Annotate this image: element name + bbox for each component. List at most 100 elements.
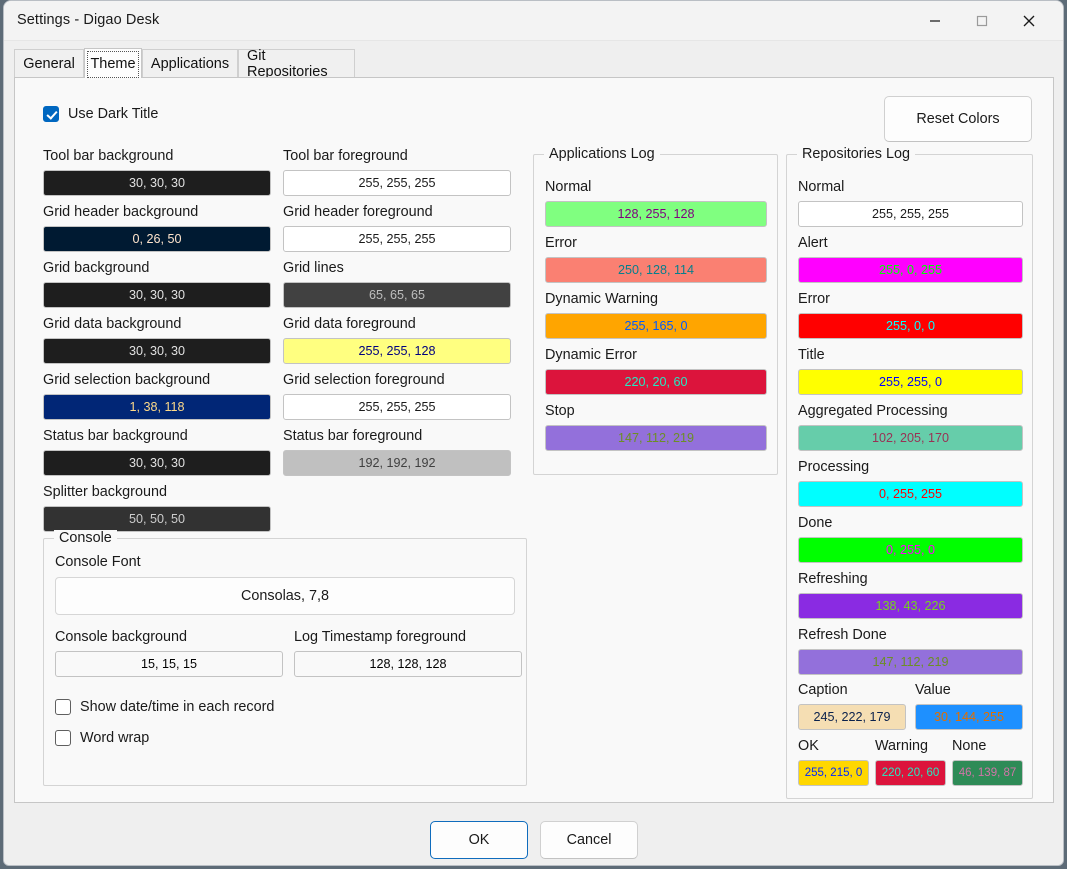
status-bar-background-label: Status bar background xyxy=(43,428,188,444)
status-bar-foreground-label: Status bar foreground xyxy=(283,428,423,444)
repo-log-normal-label: Normal xyxy=(798,179,845,195)
grid-background-field[interactable]: 30, 30, 30 xyxy=(43,282,271,308)
repo-none-label: None xyxy=(952,738,987,754)
tab-label: Git Repositories xyxy=(247,48,328,80)
grid-header-background-field[interactable]: 0, 26, 50 xyxy=(43,226,271,252)
app-log-error-label: Error xyxy=(545,235,577,251)
log-timestamp-foreground-field[interactable]: 128, 128, 128 xyxy=(294,651,522,677)
grid-lines-field[interactable]: 65, 65, 65 xyxy=(283,282,511,308)
minimize-icon xyxy=(929,20,940,22)
tool-bar-background-field[interactable]: 30, 30, 30 xyxy=(43,170,271,196)
repo-log-processing-field[interactable]: 0, 255, 255 xyxy=(798,481,1023,507)
ok-button[interactable]: OK xyxy=(430,821,528,859)
grid-selection-foreground-field[interactable]: 255, 255, 255 xyxy=(283,394,511,420)
grid-selection-background-label: Grid selection background xyxy=(43,372,211,388)
checkbox-box xyxy=(43,106,59,122)
tab-general[interactable]: General xyxy=(14,49,84,78)
word-wrap-checkbox[interactable]: Word wrap xyxy=(55,730,149,746)
maximize-icon xyxy=(976,15,987,27)
status-bar-background-field[interactable]: 30, 30, 30 xyxy=(43,450,271,476)
repo-log-aggregated-processing-label: Aggregated Processing xyxy=(798,403,948,419)
close-icon xyxy=(1023,15,1034,27)
repo-log-title-field[interactable]: 255, 255, 0 xyxy=(798,369,1023,395)
reset-colors-button[interactable]: Reset Colors xyxy=(884,96,1032,142)
grid-lines-label: Grid lines xyxy=(283,260,344,276)
repo-log-processing-label: Processing xyxy=(798,459,870,475)
repo-log-alert-field[interactable]: 255, 0, 255 xyxy=(798,257,1023,283)
use-dark-title-checkbox[interactable]: Use Dark Title xyxy=(43,106,158,122)
console-font-label: Console Font xyxy=(55,554,141,570)
repo-log-done-field[interactable]: 0, 255, 0 xyxy=(798,537,1023,563)
repo-caption-field[interactable]: 245, 222, 179 xyxy=(798,704,906,730)
repo-log-title-label: Title xyxy=(798,347,825,363)
repo-log-error-field[interactable]: 255, 0, 0 xyxy=(798,313,1023,339)
applications-log-group: Applications Log Normal 128, 255, 128 Erro… xyxy=(533,146,778,475)
repo-none-field[interactable]: 46, 139, 87 xyxy=(952,760,1023,786)
theme-tab-panel: Use Dark Title Reset Colors Tool bar bac… xyxy=(14,77,1054,803)
repo-log-alert-label: Alert xyxy=(798,235,828,251)
app-log-normal-label: Normal xyxy=(545,179,592,195)
repo-log-error-label: Error xyxy=(798,291,830,307)
repo-ok-field[interactable]: 255, 215, 0 xyxy=(798,760,869,786)
tab-theme[interactable]: Theme xyxy=(84,48,142,78)
settings-window: Settings - Digao Desk General Theme Applic… xyxy=(3,0,1064,866)
word-wrap-label: Word wrap xyxy=(80,730,150,746)
repo-log-refreshing-field[interactable]: 138, 43, 226 xyxy=(798,593,1023,619)
grid-selection-foreground-label: Grid selection foreground xyxy=(283,372,445,388)
cancel-button[interactable]: Cancel xyxy=(540,821,638,859)
app-log-error-field[interactable]: 250, 128, 114 xyxy=(545,257,767,283)
repositories-log-group-title: Repositories Log xyxy=(797,146,915,162)
window-title: Settings - Digao Desk xyxy=(17,12,160,28)
tab-applications[interactable]: Applications xyxy=(142,49,238,78)
app-log-stop-label: Stop xyxy=(545,403,575,419)
repo-log-refresh-done-field[interactable]: 147, 112, 219 xyxy=(798,649,1023,675)
repo-caption-label: Caption xyxy=(798,682,848,698)
grid-data-foreground-label: Grid data foreground xyxy=(283,316,416,332)
log-timestamp-foreground-label: Log Timestamp foreground xyxy=(294,629,466,645)
tab-label: General xyxy=(23,56,75,72)
show-datetime-label: Show date/time in each record xyxy=(80,699,275,715)
repo-value-field[interactable]: 30, 144, 255 xyxy=(915,704,1023,730)
tab-strip: General Theme Applications Git Repositories xyxy=(14,48,1054,80)
app-log-normal-field[interactable]: 128, 255, 128 xyxy=(545,201,767,227)
grid-header-foreground-label: Grid header foreground xyxy=(283,204,433,220)
grid-header-background-label: Grid header background xyxy=(43,204,199,220)
tool-bar-background-label: Tool bar background xyxy=(43,148,174,164)
grid-selection-background-field[interactable]: 1, 38, 118 xyxy=(43,394,271,420)
app-log-dynamic-warning-label: Dynamic Warning xyxy=(545,291,659,307)
tool-bar-foreground-label: Tool bar foreground xyxy=(283,148,408,164)
dialog-footer: OK Cancel xyxy=(4,804,1063,865)
console-group-title: Console xyxy=(54,530,117,546)
show-datetime-checkbox[interactable]: Show date/time in each record xyxy=(55,699,274,715)
minimize-button[interactable] xyxy=(911,1,958,41)
console-background-label: Console background xyxy=(55,629,188,645)
repo-log-normal-field[interactable]: 255, 255, 255 xyxy=(798,201,1023,227)
tab-label: Applications xyxy=(150,56,230,72)
console-group: Console Console Font Consolas, 7,8 Conso… xyxy=(43,530,527,786)
repositories-log-group: Repositories Log Normal 255, 255, 255 Aler… xyxy=(786,146,1033,799)
repo-log-refresh-done-label: Refresh Done xyxy=(798,627,887,643)
grid-data-background-label: Grid data background xyxy=(43,316,182,332)
grid-data-background-field[interactable]: 30, 30, 30 xyxy=(43,338,271,364)
repo-ok-label: OK xyxy=(798,738,819,754)
repo-log-aggregated-processing-field[interactable]: 102, 205, 170 xyxy=(798,425,1023,451)
tab-focus-ring xyxy=(87,51,139,78)
maximize-button[interactable] xyxy=(958,1,1005,41)
app-log-stop-field[interactable]: 147, 112, 219 xyxy=(545,425,767,451)
splitter-background-label: Splitter background xyxy=(43,484,167,500)
splitter-background-field[interactable]: 50, 50, 50 xyxy=(43,506,271,532)
status-bar-foreground-field[interactable]: 192, 192, 192 xyxy=(283,450,511,476)
grid-data-foreground-field[interactable]: 255, 255, 128 xyxy=(283,338,511,364)
grid-header-foreground-field[interactable]: 255, 255, 255 xyxy=(283,226,511,252)
app-log-dynamic-error-field[interactable]: 220, 20, 60 xyxy=(545,369,767,395)
close-button[interactable] xyxy=(1005,1,1052,41)
repo-log-done-label: Done xyxy=(798,515,833,531)
tool-bar-foreground-field[interactable]: 255, 255, 255 xyxy=(283,170,511,196)
app-log-dynamic-warning-field[interactable]: 255, 165, 0 xyxy=(545,313,767,339)
console-background-field[interactable]: 15, 15, 15 xyxy=(55,651,283,677)
repo-warning-field[interactable]: 220, 20, 60 xyxy=(875,760,946,786)
title-bar: Settings - Digao Desk xyxy=(4,1,1063,41)
tab-git-repositories[interactable]: Git Repositories xyxy=(238,48,355,80)
use-dark-title-label: Use Dark Title xyxy=(68,106,159,122)
console-font-field[interactable]: Consolas, 7,8 xyxy=(55,577,515,615)
